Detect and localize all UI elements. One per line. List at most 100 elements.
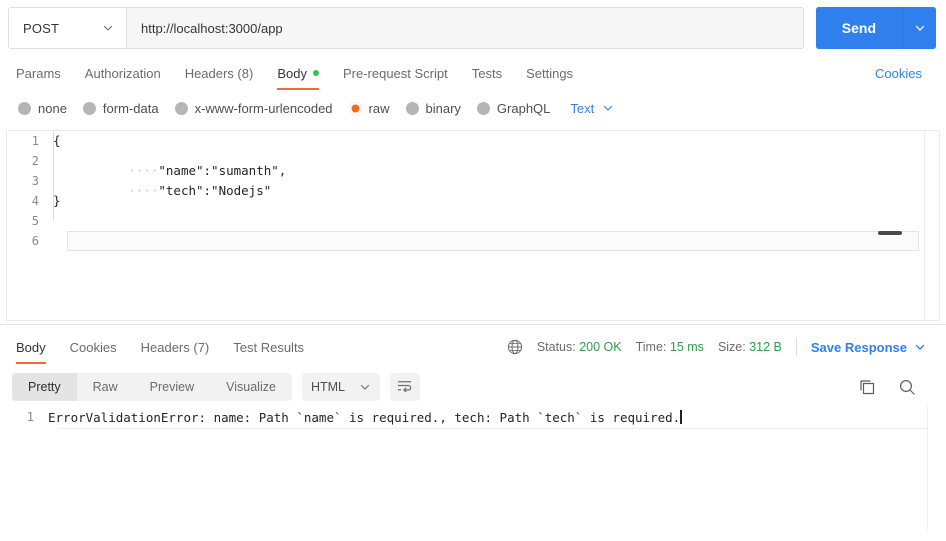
time-label: Time: (635, 340, 667, 354)
body-type-x-www-form-urlencoded[interactable]: x-www-form-urlencoded (174, 100, 333, 116)
body-type-form-data[interactable]: form-data (82, 100, 159, 116)
response-line-content: ErrorValidationError: name: Path `name` … (48, 409, 682, 425)
response-line-underline (60, 428, 928, 429)
word-wrap-icon (396, 378, 413, 396)
chevron-down-icon (914, 341, 926, 353)
response-tab-cookies-label: Cookies (69, 339, 117, 355)
chevron-down-icon (602, 102, 614, 114)
radio-icon (174, 101, 188, 115)
view-mode-pretty[interactable]: Pretty (12, 373, 77, 401)
body-type-selector: none form-data x-www-form-urlencoded raw… (0, 92, 946, 124)
response-tabs: Body Cookies Headers (7) Test Results St… (0, 330, 946, 364)
code-line-active: 6 (7, 231, 939, 251)
code-line: 4 } (7, 191, 939, 211)
tab-authorization[interactable]: Authorization (73, 56, 173, 90)
text-cursor (680, 409, 682, 424)
word-wrap-toggle[interactable] (389, 373, 420, 401)
line-number: 1 (26, 410, 34, 424)
tab-headers-label: Headers (8) (184, 65, 254, 81)
body-type-form-data-label: form-data (102, 100, 159, 116)
raw-format-select[interactable]: Text (570, 101, 614, 116)
body-type-none[interactable]: none (18, 101, 67, 116)
body-modified-dot-icon (312, 70, 319, 76)
response-tool-actions (858, 378, 934, 396)
radio-selected-icon (348, 101, 362, 115)
tab-headers[interactable]: Headers (8) (173, 56, 266, 90)
body-type-graphql-label: GraphQL (496, 100, 551, 116)
view-mode-visualize[interactable]: Visualize (210, 373, 292, 401)
tab-tests-label: Tests (471, 65, 503, 81)
line-number: 5 (31, 214, 39, 228)
cookies-link[interactable]: Cookies (875, 66, 932, 81)
body-type-none-label: none (38, 100, 67, 116)
request-code: 1 { 2 ····"name":"sumanth", 3 ····"tech"… (7, 131, 939, 251)
code-line: 5 (7, 211, 939, 231)
size-label: Size: (717, 340, 746, 354)
method-url-group: POST (8, 7, 804, 49)
response-tab-headers[interactable]: Headers (7) (129, 330, 222, 364)
body-type-x-www-form-urlencoded-label: x-www-form-urlencoded (194, 100, 333, 116)
request-body-editor[interactable]: 1 { 2 ····"name":"sumanth", 3 ····"tech"… (6, 130, 940, 321)
line-number: 2 (31, 154, 39, 168)
time-badge: Time: 15 ms (636, 340, 704, 354)
response-body-viewer[interactable]: 1 ErrorValidationError: name: Path `name… (0, 406, 946, 541)
send-options-chevron-down-icon[interactable] (902, 7, 936, 49)
search-icon[interactable] (898, 378, 916, 396)
response-separator (0, 324, 946, 325)
response-meta: Status: 200 OK Time: 15 ms Size: 312 B S… (507, 338, 932, 356)
response-tab-body-label: Body (16, 339, 46, 355)
response-text: ErrorValidationError: name: Path `name` … (48, 409, 681, 425)
body-type-binary-label: binary (425, 100, 461, 116)
radio-icon (82, 101, 96, 115)
tab-params-label: Params (16, 65, 61, 81)
response-language-label: HTML (310, 380, 345, 394)
response-view-toolbar: Pretty Raw Preview Visualize HTML (0, 368, 946, 406)
line-number: 6 (31, 234, 39, 248)
response-tab-test-results-label: Test Results (233, 339, 305, 355)
body-type-binary[interactable]: binary (405, 100, 461, 116)
active-line-box[interactable] (67, 231, 919, 251)
tab-authorization-label: Authorization (84, 65, 161, 81)
chevron-down-icon (359, 381, 371, 393)
radio-icon (405, 101, 419, 115)
http-method-label: POST (23, 20, 60, 36)
view-mode-raw[interactable]: Raw (77, 373, 134, 401)
response-line: 1 ErrorValidationError: name: Path `name… (0, 406, 946, 429)
horizontal-scrollbar[interactable] (878, 231, 902, 235)
http-method-select[interactable]: POST (9, 8, 127, 48)
request-tabs: Params Authorization Headers (8) Body Pr… (0, 56, 946, 90)
send-button[interactable]: Send (815, 7, 902, 49)
divider (795, 338, 797, 356)
line-number: 4 (31, 194, 39, 208)
radio-icon (476, 101, 490, 115)
body-type-raw[interactable]: raw (348, 101, 390, 116)
body-type-graphql[interactable]: GraphQL (476, 100, 551, 116)
response-tab-headers-label: Headers (7) (140, 339, 210, 355)
response-tab-cookies[interactable]: Cookies (58, 330, 129, 364)
tab-params[interactable]: Params (14, 56, 73, 90)
response-tab-body[interactable]: Body (14, 330, 58, 364)
tab-body[interactable]: Body (265, 56, 331, 90)
request-url-bar: POST Send (0, 0, 946, 56)
status-value: 200 OK (579, 340, 622, 354)
copy-icon[interactable] (858, 378, 876, 396)
radio-icon (18, 101, 31, 115)
chevron-down-icon (102, 22, 114, 34)
tab-tests[interactable]: Tests (460, 56, 514, 90)
tab-settings[interactable]: Settings (514, 56, 585, 90)
globe-icon (507, 339, 523, 355)
send-group: Send (815, 7, 936, 49)
code-line: 3 ····"tech":"Nodejs" (7, 141, 939, 221)
tab-pre-request-script[interactable]: Pre-request Script (331, 56, 460, 90)
response-tab-test-results[interactable]: Test Results (221, 330, 316, 364)
response-view-mode-group: Pretty Raw Preview Visualize (12, 373, 292, 401)
request-url-input[interactable] (127, 8, 803, 48)
response-language-select[interactable]: HTML (301, 373, 380, 401)
size-value: 312 B (749, 340, 782, 354)
line-content: } (53, 193, 61, 208)
line-number: 3 (31, 174, 39, 188)
save-response-button[interactable]: Save Response (811, 340, 926, 355)
view-mode-preview[interactable]: Preview (134, 373, 210, 401)
postman-app: POST Send Params Authorization Headers (… (0, 0, 946, 541)
line-number: 1 (31, 134, 39, 148)
